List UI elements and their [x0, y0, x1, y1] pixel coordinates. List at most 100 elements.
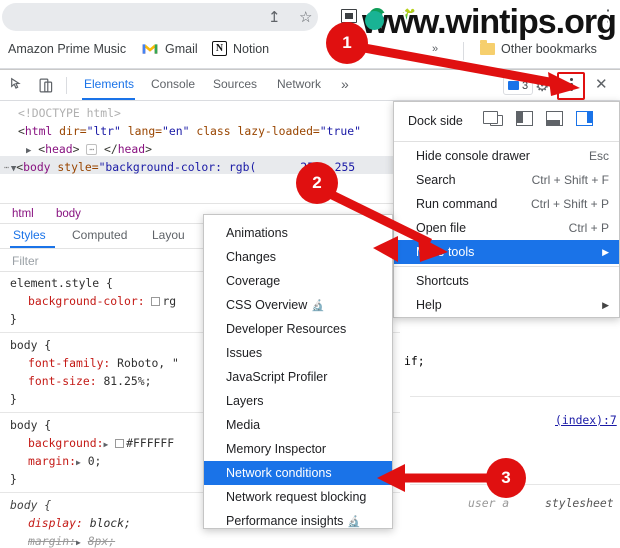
- cast-icon[interactable]: [341, 9, 357, 23]
- tab-layout[interactable]: Layou: [152, 228, 185, 242]
- rule-selector-body-1: body {: [10, 338, 51, 352]
- submenu-item-developer-resources[interactable]: Developer Resources: [204, 317, 392, 341]
- tab-elements[interactable]: Elements: [84, 77, 134, 91]
- declaration-font-size[interactable]: font-size: 81.25%;: [10, 374, 151, 388]
- menu-item-hide-console-drawer[interactable]: Hide console drawer Esc: [394, 144, 619, 168]
- node-menu-icon[interactable]: ⋯: [2, 163, 11, 172]
- breadcrumb-html[interactable]: html: [12, 208, 34, 220]
- declaration-margin[interactable]: margin:▶ 0;: [10, 454, 101, 468]
- property-value: block;: [89, 516, 131, 530]
- property-name: margin:: [28, 534, 77, 548]
- console-divider: [410, 396, 620, 397]
- breadcrumb-body[interactable]: body: [56, 208, 81, 220]
- submenu-item-label: Media: [226, 418, 261, 432]
- submenu-item-label: Issues: [226, 346, 263, 360]
- rule-selector-body-2: body {: [10, 418, 51, 432]
- gear-icon[interactable]: ⚙: [535, 76, 549, 96]
- dock-to-bottom-icon[interactable]: [546, 111, 564, 127]
- menu-item-search[interactable]: Search Ctrl + Shift + F: [394, 168, 619, 192]
- menu-item-more-tools[interactable]: More tools ▶: [394, 240, 619, 264]
- console-source-link[interactable]: (index):7: [555, 413, 617, 427]
- inspect-element-icon[interactable]: [10, 77, 27, 94]
- menu-item-shortcut: Ctrl + P: [568, 221, 609, 235]
- bookmarks-overflow-icon[interactable]: »: [432, 43, 438, 55]
- collapsed-content-icon[interactable]: ⋯: [86, 144, 98, 155]
- expand-shorthand-icon[interactable]: ▶: [103, 440, 108, 449]
- watermark-logo-icon: [365, 11, 384, 30]
- share-icon[interactable]: ↥: [268, 8, 281, 26]
- rule-close-1: }: [10, 312, 17, 326]
- submenu-item-label: JavaScript Profiler: [226, 370, 328, 384]
- submenu-item-issues[interactable]: Issues: [204, 341, 392, 365]
- menu-item-help[interactable]: Help ▶: [394, 293, 619, 317]
- other-bookmarks-button[interactable]: Other bookmarks: [501, 42, 597, 56]
- bookmark-star-icon[interactable]: ☆: [299, 8, 312, 26]
- submenu-item-javascript-profiler[interactable]: JavaScript Profiler: [204, 365, 392, 389]
- tab-network[interactable]: Network: [277, 77, 321, 91]
- submenu-item-label: Layers: [226, 394, 264, 408]
- property-value: Roboto, ": [117, 356, 179, 370]
- dock-side-options: [486, 111, 594, 127]
- submenu-item-css-overview[interactable]: CSS Overview 🔬: [204, 293, 392, 317]
- bookmark-notion[interactable]: Notion: [233, 42, 269, 56]
- bookmark-amazon-prime-music[interactable]: Amazon Prime Music: [8, 42, 126, 56]
- expand-shorthand-icon[interactable]: ▶: [76, 458, 81, 467]
- declaration-background-color[interactable]: background-color: rg: [10, 294, 176, 308]
- submenu-item-coverage[interactable]: Coverage: [204, 269, 392, 293]
- html-lang-value: "en": [162, 124, 190, 138]
- declaration-font-family[interactable]: font-family: Roboto, ": [10, 356, 179, 370]
- dock-to-left-icon[interactable]: [516, 111, 534, 127]
- property-name: font-size:: [28, 374, 97, 388]
- annotation-step-3-number: 3: [501, 468, 511, 487]
- body-tag-name: body: [23, 160, 51, 174]
- color-swatch[interactable]: [115, 439, 125, 448]
- submenu-item-label: Coverage: [226, 274, 281, 288]
- expand-shorthand-icon[interactable]: ▶: [76, 538, 81, 547]
- menu-item-shortcuts[interactable]: Shortcuts: [394, 269, 619, 293]
- menu-divider: [394, 141, 619, 142]
- dock-to-right-icon[interactable]: [576, 111, 594, 127]
- tab-console[interactable]: Console: [151, 77, 195, 91]
- tab-computed[interactable]: Computed: [72, 228, 127, 242]
- submenu-item-changes[interactable]: Changes: [204, 245, 392, 269]
- declaration-display[interactable]: display: block;: [10, 516, 131, 530]
- close-icon[interactable]: ✕: [595, 75, 608, 93]
- html-node-line[interactable]: <html dir="ltr" lang="en" class lazy-loa…: [18, 124, 361, 138]
- submenu-item-layers[interactable]: Layers: [204, 389, 392, 413]
- head-tag-name: head: [45, 142, 73, 156]
- annotation-step-1: 1: [326, 22, 368, 64]
- head-node-line[interactable]: ▶ <head> ⋯ </head>: [26, 142, 152, 156]
- color-swatch[interactable]: [151, 297, 161, 306]
- annotation-step-3: 3: [486, 458, 526, 498]
- property-value: 81.25%;: [103, 374, 152, 388]
- expand-triangle-icon[interactable]: ▶: [26, 146, 31, 156]
- filter-input-placeholder[interactable]: Filter: [12, 254, 39, 268]
- submenu-item-performance-insights[interactable]: Performance insights 🔬: [204, 509, 392, 528]
- tab-styles[interactable]: Styles: [13, 228, 46, 242]
- annotation-step-1-number: 1: [342, 33, 352, 52]
- declaration-margin-ua[interactable]: margin:▶ 8px;: [10, 534, 115, 548]
- tab-sources[interactable]: Sources: [213, 77, 257, 91]
- submenu-item-network-conditions[interactable]: Network conditions: [204, 461, 392, 485]
- head-close-tag-name: head: [117, 142, 146, 156]
- rule-close-2: }: [10, 392, 17, 406]
- html-lang-attr: lang=: [127, 124, 163, 138]
- bookmark-gmail[interactable]: Gmail: [165, 42, 198, 56]
- undock-into-separate-window-icon[interactable]: [486, 111, 504, 127]
- declaration-background[interactable]: background:▶ #FFFFFF: [10, 436, 174, 450]
- submenu-item-media[interactable]: Media: [204, 413, 392, 437]
- menu-item-run-command[interactable]: Run command Ctrl + Shift + P: [394, 192, 619, 216]
- menu-item-open-file[interactable]: Open file Ctrl + P: [394, 216, 619, 240]
- property-value: rg: [162, 294, 177, 308]
- more-tabs-icon[interactable]: »: [341, 76, 349, 92]
- property-value: 8px;: [87, 534, 116, 548]
- submenu-item-network-request-blocking[interactable]: Network request blocking: [204, 485, 392, 509]
- menu-item-label: More tools: [416, 245, 475, 259]
- device-toolbar-icon[interactable]: [38, 77, 55, 94]
- submenu-item-animations[interactable]: Animations: [204, 221, 392, 245]
- issues-badge[interactable]: 3: [503, 76, 534, 95]
- menu-item-label: Help: [416, 298, 442, 312]
- rule-selector-element-style: element.style {: [10, 276, 113, 290]
- notion-icon: N: [212, 41, 227, 56]
- submenu-item-memory-inspector[interactable]: Memory Inspector: [204, 437, 392, 461]
